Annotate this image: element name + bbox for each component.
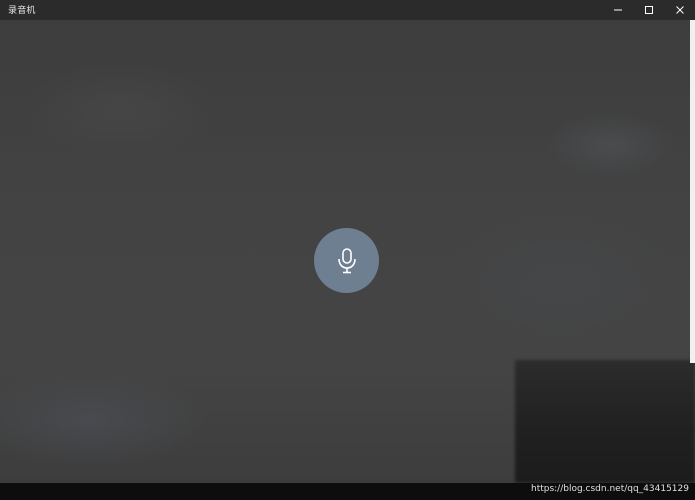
caption-buttons	[602, 0, 695, 20]
voice-recorder-window: 录音机 https://blog.csdn.net/qq_43415129	[0, 0, 695, 500]
maximize-icon	[644, 6, 653, 14]
microphone-icon	[337, 247, 356, 273]
minimize-icon	[613, 9, 622, 11]
watermark-text: https://blog.csdn.net/qq_43415129	[530, 484, 689, 494]
title-bar: 录音机	[0, 0, 695, 20]
maximize-button[interactable]	[633, 0, 664, 20]
record-button[interactable]	[314, 228, 379, 293]
minimize-button[interactable]	[602, 0, 633, 20]
background-shadow	[515, 360, 695, 483]
close-icon	[675, 6, 684, 14]
window-title: 录音机	[8, 6, 36, 16]
close-button[interactable]	[664, 0, 695, 20]
window-edge	[690, 20, 695, 363]
bottom-strip: https://blog.csdn.net/qq_43415129	[0, 483, 695, 500]
